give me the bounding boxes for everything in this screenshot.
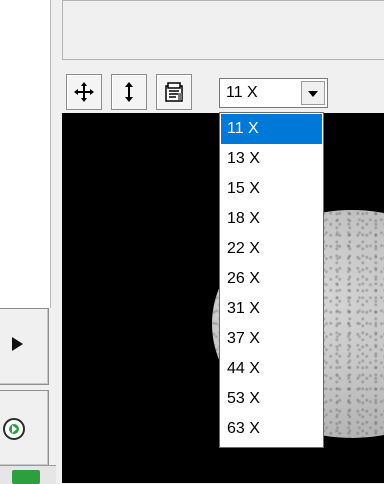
play-icon xyxy=(12,337,23,351)
bottom-status-strip xyxy=(0,465,56,484)
zoom-select-value: 11 X xyxy=(226,84,258,101)
zoom-option[interactable]: 26 X xyxy=(221,264,322,294)
zoom-select[interactable]: 11 X xyxy=(219,78,328,108)
properties-tool-button[interactable] xyxy=(156,74,192,110)
zoom-option[interactable]: 11 X xyxy=(221,114,322,144)
chevron-down-icon xyxy=(308,91,318,97)
vertical-resize-tool-button[interactable] xyxy=(111,74,147,110)
navigate-button[interactable] xyxy=(0,390,49,466)
top-panel xyxy=(62,0,384,60)
zoom-option[interactable]: 18 X xyxy=(221,204,322,234)
zoom-option[interactable]: 44 X xyxy=(221,354,322,384)
play-button[interactable] xyxy=(0,308,49,385)
zoom-option[interactable]: 53 X xyxy=(221,384,322,414)
move-icon xyxy=(74,82,94,102)
zoom-option[interactable]: 13 X xyxy=(221,144,322,174)
zoom-option[interactable]: 15 X xyxy=(221,174,322,204)
left-list-area xyxy=(0,0,51,308)
zoom-option[interactable]: 63 X xyxy=(221,414,322,444)
navigate-forward-icon xyxy=(3,418,25,440)
properties-icon xyxy=(165,82,183,102)
zoom-option[interactable]: 31 X xyxy=(221,294,322,324)
left-panel xyxy=(0,0,62,484)
vertical-resize-icon xyxy=(125,82,133,102)
move-tool-button[interactable] xyxy=(66,74,102,110)
zoom-dropdown-list: 11 X 13 X 15 X 18 X 22 X 26 X 31 X 37 X … xyxy=(219,112,324,448)
zoom-option[interactable]: 37 X xyxy=(221,324,322,354)
zoom-dropdown-button[interactable] xyxy=(301,81,325,105)
zoom-option[interactable]: 22 X xyxy=(221,234,322,264)
